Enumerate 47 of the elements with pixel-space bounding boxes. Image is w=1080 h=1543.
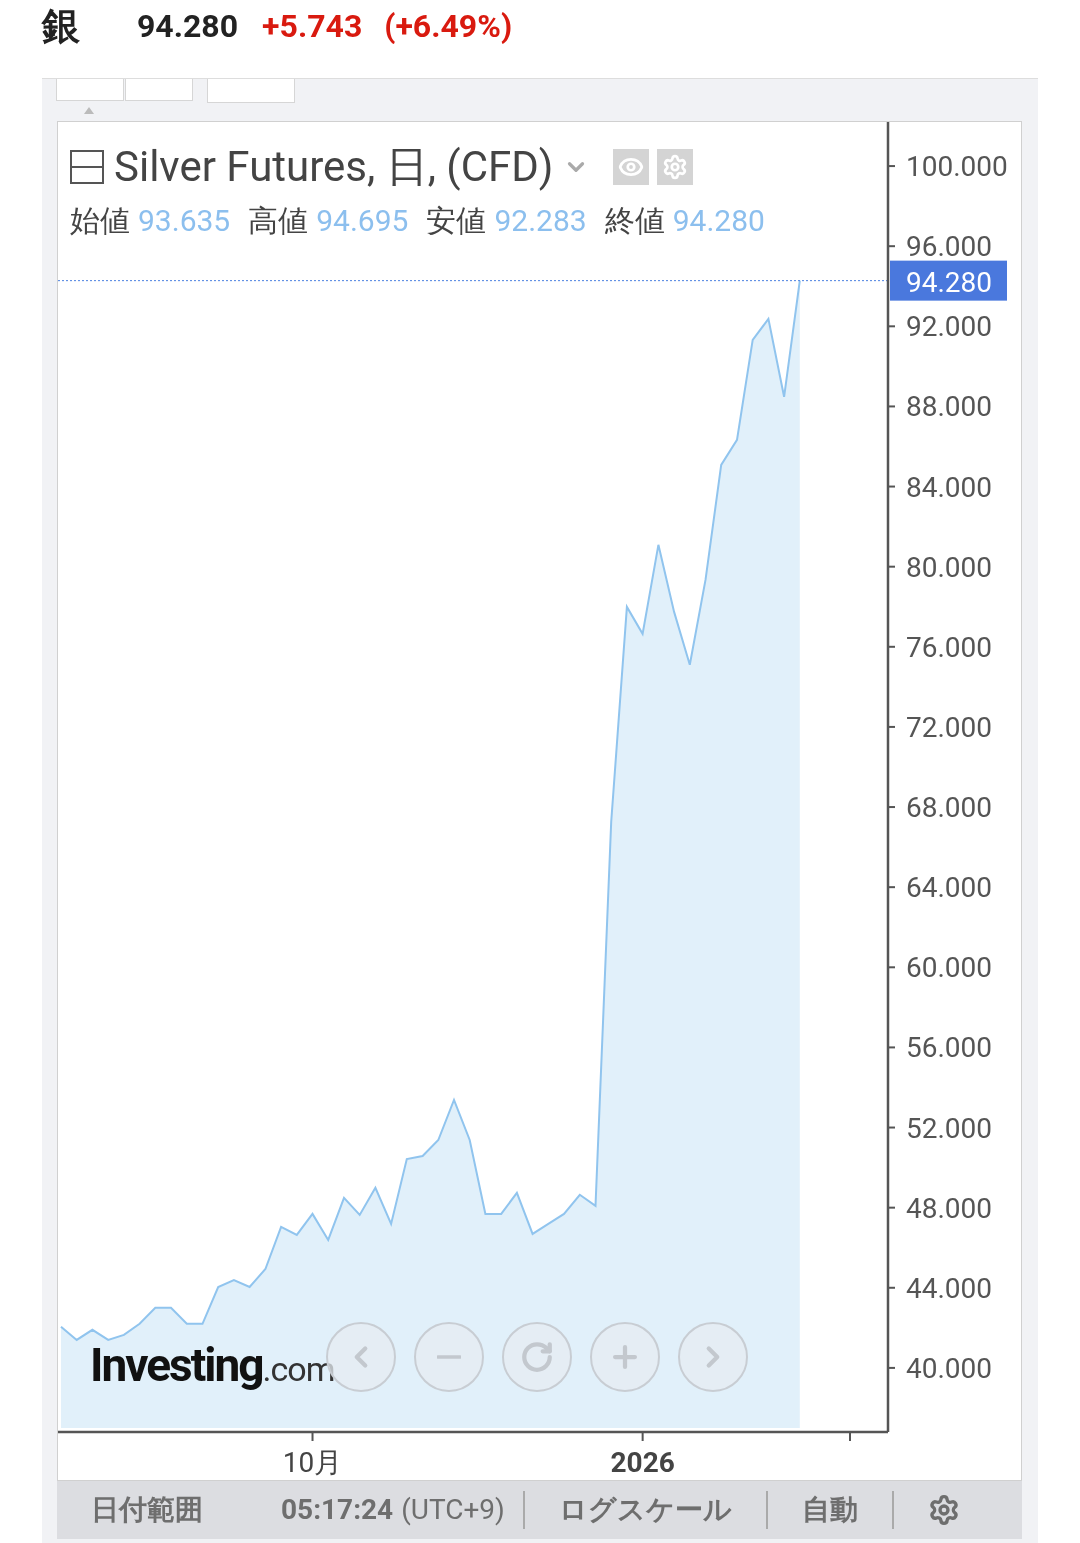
ohlc-label: 終値 [604, 206, 665, 236]
ohlc-value: 92.283 [494, 206, 587, 236]
ohlc-label: 安値 [426, 206, 487, 236]
y-tick-label: 56.000 [906, 1031, 993, 1065]
watermark-logo: Investing.com [90, 1342, 335, 1388]
x-tick-label: 10月 [282, 1446, 343, 1479]
y-tick-label: 44.000 [906, 1271, 993, 1305]
last-price-label: 94.280 [890, 260, 1007, 301]
ohlc-value: 94.280 [672, 206, 765, 236]
y-tick-label: 92.000 [906, 310, 993, 344]
collapse-icon[interactable] [70, 150, 104, 184]
y-tick-label: 40.000 [906, 1351, 993, 1385]
y-tick-label: 60.000 [906, 951, 993, 985]
price-change: +5.743 [262, 6, 363, 47]
ohlc-label: 高値 [248, 206, 309, 236]
toolbar-button[interactable] [125, 79, 193, 101]
y-tick-label: 100.000 [906, 150, 1008, 184]
commodity-name: 銀 [42, 2, 81, 50]
x-tick-label: 2026 [610, 1446, 675, 1479]
clock-time: 05:17:24 [281, 1492, 394, 1528]
log-scale-button[interactable]: ログスケール [542, 1489, 748, 1531]
ohlc-value: 94.695 [316, 206, 409, 236]
toolbar-button[interactable] [207, 79, 295, 103]
y-tick-label: 72.000 [906, 710, 993, 744]
toolbar-button[interactable] [56, 79, 124, 101]
auto-scale-button[interactable]: 自動 [785, 1489, 874, 1531]
y-tick-label: 48.000 [906, 1191, 993, 1225]
y-tick-label: 84.000 [906, 470, 993, 504]
reset-icon [520, 1340, 554, 1374]
y-tick-label: 88.000 [906, 390, 993, 424]
settings-icon[interactable] [927, 1494, 960, 1526]
ohlc-value: 93.635 [138, 206, 231, 236]
gear-icon [662, 154, 689, 180]
y-tick-label: 68.000 [906, 791, 993, 825]
y-tick-label: 52.000 [906, 1111, 993, 1145]
minus-icon [437, 1355, 461, 1359]
y-tick-label: 64.000 [906, 871, 993, 905]
timezone: (UTC+9) [401, 1492, 505, 1528]
settings-button[interactable] [657, 149, 694, 185]
y-tick-label: 76.000 [906, 630, 993, 664]
ohlc-label: 始値 [70, 206, 130, 236]
percent-change: (+6.49%) [384, 6, 513, 47]
collapse-arrow-icon[interactable] [84, 107, 94, 114]
visibility-button[interactable] [613, 149, 650, 185]
date-range-button[interactable]: 日付範囲 [91, 1489, 281, 1531]
y-tick-label: 80.000 [906, 550, 993, 584]
price: 94.280 [137, 6, 239, 47]
